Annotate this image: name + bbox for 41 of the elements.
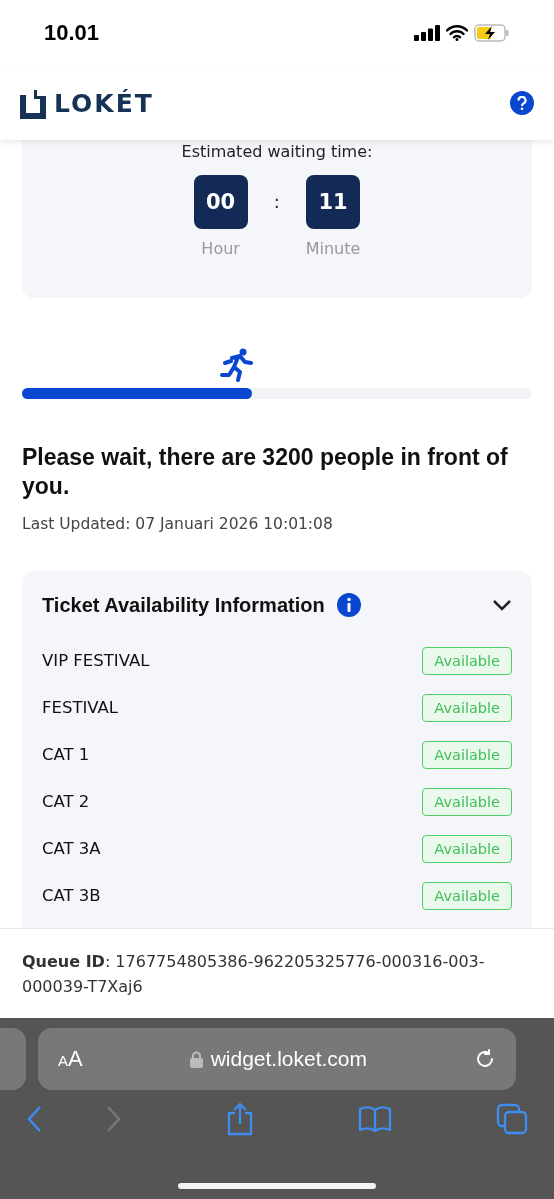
ticket-category: CAT 3A xyxy=(42,839,101,858)
ticket-card-title: Ticket Availability Information xyxy=(42,593,325,617)
time-separator: : xyxy=(273,191,280,212)
availability-badge: Available xyxy=(422,740,512,769)
time-digits: 11 xyxy=(306,175,361,229)
ticket-category: CAT 2 xyxy=(42,792,90,811)
signal-icon xyxy=(414,25,440,41)
ticket-category: CAT 1 xyxy=(42,745,90,764)
status-time: 10.01 xyxy=(44,20,100,46)
logo-text: LOKÉT xyxy=(54,88,154,118)
reload-icon[interactable] xyxy=(474,1048,496,1070)
book-icon[interactable] xyxy=(358,1105,392,1133)
last-updated: Last Updated: 07 Januari 2026 10:01:08 xyxy=(22,515,334,533)
address-bar[interactable]: AA widget.loket.com xyxy=(38,1028,516,1090)
availability-badge: Available xyxy=(422,693,512,722)
tabs-icon[interactable] xyxy=(496,1103,528,1135)
share-icon[interactable] xyxy=(226,1102,254,1136)
availability-badge: Available xyxy=(422,646,512,675)
time-unit-label: Minute xyxy=(305,239,361,258)
runner-icon xyxy=(219,348,256,382)
availability-badge: Available xyxy=(422,881,512,910)
ticket-category: CAT 3B xyxy=(42,886,101,905)
tab-stub[interactable] xyxy=(0,1028,26,1090)
info-icon[interactable] xyxy=(336,593,361,617)
text-size-button[interactable]: AA xyxy=(58,1046,83,1072)
logo-icon xyxy=(20,87,46,119)
time-digits: 00 xyxy=(193,175,248,229)
lock-icon xyxy=(189,1050,203,1068)
queue-message: Please wait, there are 3200 people in front of you. xyxy=(22,443,509,501)
wifi-icon xyxy=(446,25,468,41)
ticket-category: FESTIVAL xyxy=(42,698,119,717)
url-text: widget.loket.com xyxy=(189,1047,368,1071)
availability-badge: Available xyxy=(422,834,512,863)
ticket-category: VIP FESTIVAL xyxy=(42,651,150,670)
back-button[interactable] xyxy=(26,1105,42,1133)
help-icon[interactable] xyxy=(510,91,534,115)
time-unit-label: Hour xyxy=(201,239,240,258)
queue-id: Queue ID: 1767754805386-962205325776-000316-003-000039-T7Xaj6 xyxy=(22,951,486,998)
waiting-time-title: Estimated waiting time: xyxy=(181,142,373,161)
availability-badge: Available xyxy=(422,787,512,816)
chevron-icon[interactable] xyxy=(492,599,512,611)
